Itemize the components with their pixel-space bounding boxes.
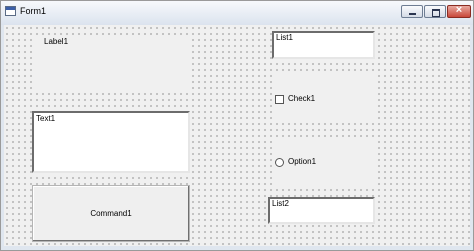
form-design-grid[interactable]: Label1 Text1 Command1 List1 Check1 Optio… xyxy=(4,25,470,246)
list1-item: List1 xyxy=(276,33,293,42)
label1-control[interactable]: Label1 xyxy=(34,35,189,93)
list2-listbox[interactable]: List2 xyxy=(268,197,375,224)
form-window: Form1 Label1 Text1 Command1 List1 Check1… xyxy=(0,0,474,251)
title-bar[interactable]: Form1 xyxy=(1,1,473,25)
maximize-button[interactable] xyxy=(424,5,446,18)
command1-button[interactable]: Command1 xyxy=(32,185,190,242)
radio-icon[interactable] xyxy=(275,158,284,167)
list1-listbox[interactable]: List1 xyxy=(272,31,375,59)
option1-radio[interactable]: Option1 xyxy=(272,140,375,186)
checkbox-icon[interactable] xyxy=(275,95,284,104)
command1-caption: Command1 xyxy=(90,209,132,218)
check1-caption: Check1 xyxy=(288,94,316,103)
text1-textbox[interactable]: Text1 xyxy=(32,111,190,173)
list2-item: List2 xyxy=(272,199,289,208)
window-title: Form1 xyxy=(20,6,47,16)
close-button[interactable] xyxy=(447,5,471,18)
option1-caption: Option1 xyxy=(288,157,317,166)
check1-checkbox[interactable]: Check1 xyxy=(272,75,375,121)
label1-caption: Label1 xyxy=(44,37,69,46)
text1-text: Text1 xyxy=(36,114,56,123)
minimize-button[interactable] xyxy=(401,5,423,18)
form-icon xyxy=(5,6,16,16)
